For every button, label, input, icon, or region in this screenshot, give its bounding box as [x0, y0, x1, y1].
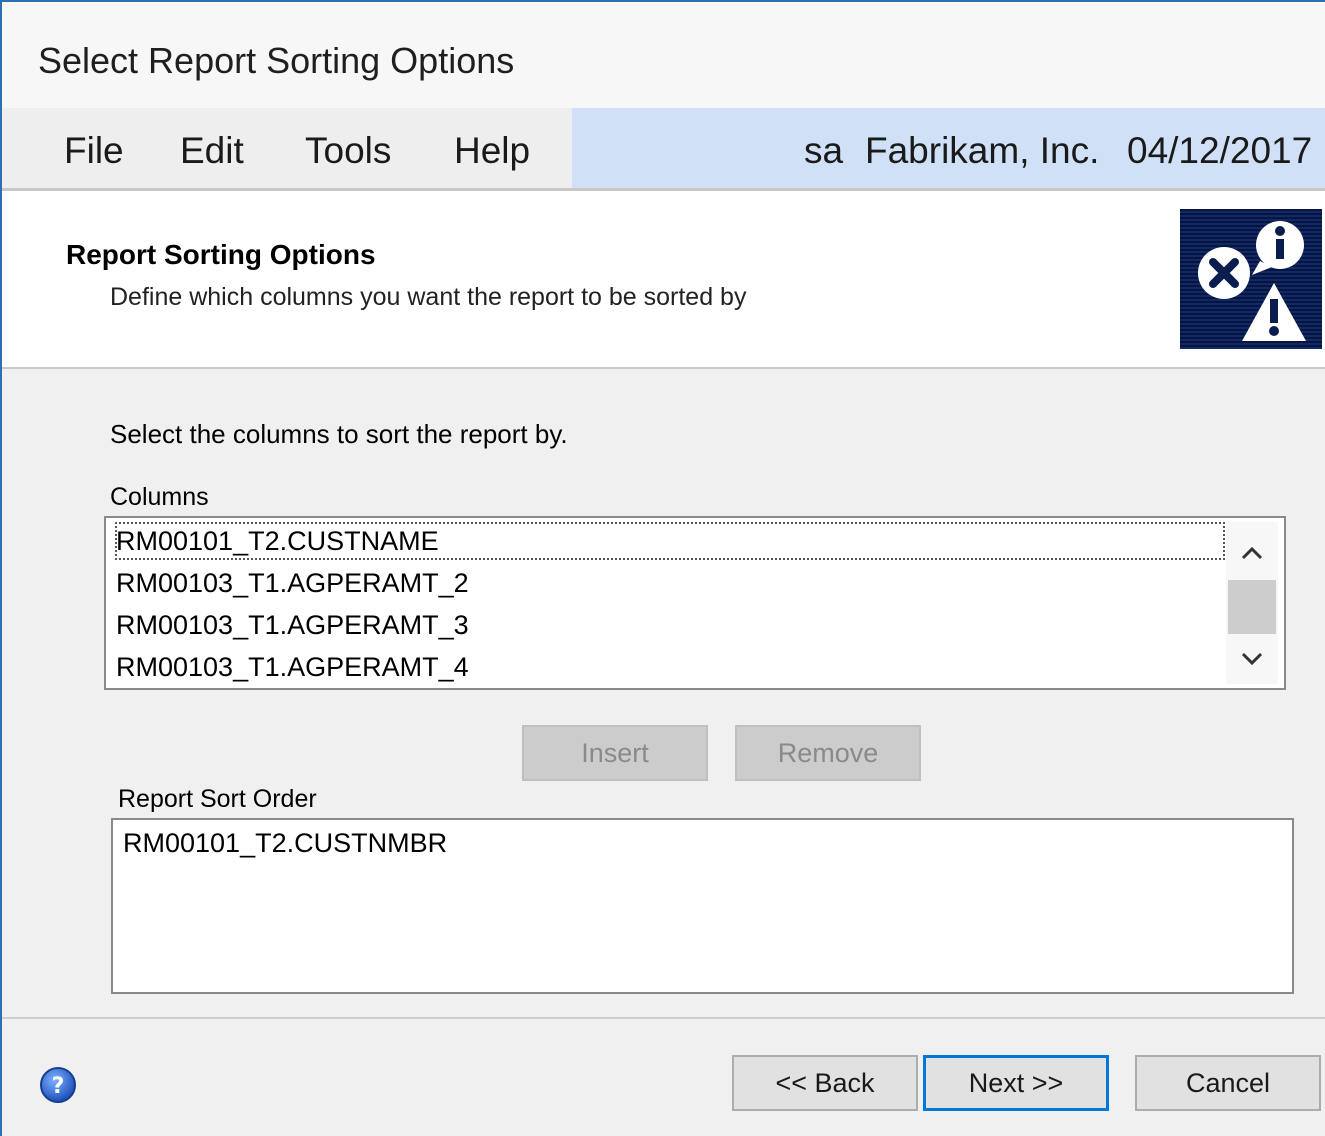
session-date: 04/12/2017: [1127, 130, 1313, 171]
next-button[interactable]: Next >>: [923, 1055, 1109, 1111]
session-user: sa: [804, 130, 844, 171]
scroll-up-icon[interactable]: [1226, 528, 1278, 578]
remove-button[interactable]: Remove: [735, 725, 921, 781]
title-bar: Select Report Sorting Options: [2, 2, 1325, 108]
page-title: Report Sorting Options: [66, 239, 376, 270]
menu-tools[interactable]: Tools: [305, 130, 391, 172]
report-sorting-window: Select Report Sorting Options File Edit …: [0, 0, 1325, 1136]
window-title: Select Report Sorting Options: [38, 40, 515, 81]
list-item[interactable]: RM00103_T1.AGPERAMT_2: [114, 563, 1226, 603]
columns-listbox[interactable]: RM00101_T2.CUSTNAME RM00103_T1.AGPERAMT_…: [104, 516, 1286, 690]
session-company: Fabrikam, Inc.: [865, 130, 1100, 171]
insert-button[interactable]: Insert: [522, 725, 708, 781]
instruction-text: Select the columns to sort the report by…: [110, 419, 568, 449]
page-subtitle: Define which columns you want the report…: [110, 283, 747, 311]
cancel-button[interactable]: Cancel: [1135, 1055, 1321, 1111]
menu-group: File Edit Tools Help: [2, 108, 572, 188]
columns-scrollbar[interactable]: [1226, 522, 1278, 684]
sort-order-label: Report Sort Order: [118, 785, 317, 813]
list-item[interactable]: RM00103_T1.AGPERAMT_3: [114, 605, 1226, 645]
menu-file[interactable]: File: [64, 130, 124, 172]
menu-help[interactable]: Help: [454, 130, 530, 172]
back-button[interactable]: << Back: [732, 1055, 918, 1111]
scroll-thumb[interactable]: [1228, 580, 1276, 634]
list-item[interactable]: RM00101_T2.CUSTNMBR: [123, 828, 447, 859]
list-item[interactable]: RM00103_T1.AGPERAMT_4: [114, 647, 1226, 687]
list-item[interactable]: RM00101_T2.CUSTNAME: [114, 521, 1226, 561]
scroll-down-icon[interactable]: [1226, 634, 1278, 684]
menu-edit[interactable]: Edit: [180, 130, 244, 172]
wizard-body: Select the columns to sort the report by…: [2, 369, 1325, 1017]
session-info: sa Fabrikam, Inc. 04/12/2017: [572, 108, 1325, 188]
wizard-footer: ? << Back Next >> Cancel: [2, 1017, 1325, 1136]
menu-bar: File Edit Tools Help sa Fabrikam, Inc. 0…: [2, 108, 1325, 191]
columns-label: Columns: [110, 483, 209, 511]
sort-order-listbox[interactable]: RM00101_T2.CUSTNMBR: [111, 818, 1294, 994]
help-icon[interactable]: ?: [38, 1065, 78, 1105]
info-error-warning-icon: [1180, 209, 1322, 349]
svg-text:?: ?: [52, 1074, 65, 1099]
wizard-header: Report Sorting Options Define which colu…: [2, 191, 1325, 369]
